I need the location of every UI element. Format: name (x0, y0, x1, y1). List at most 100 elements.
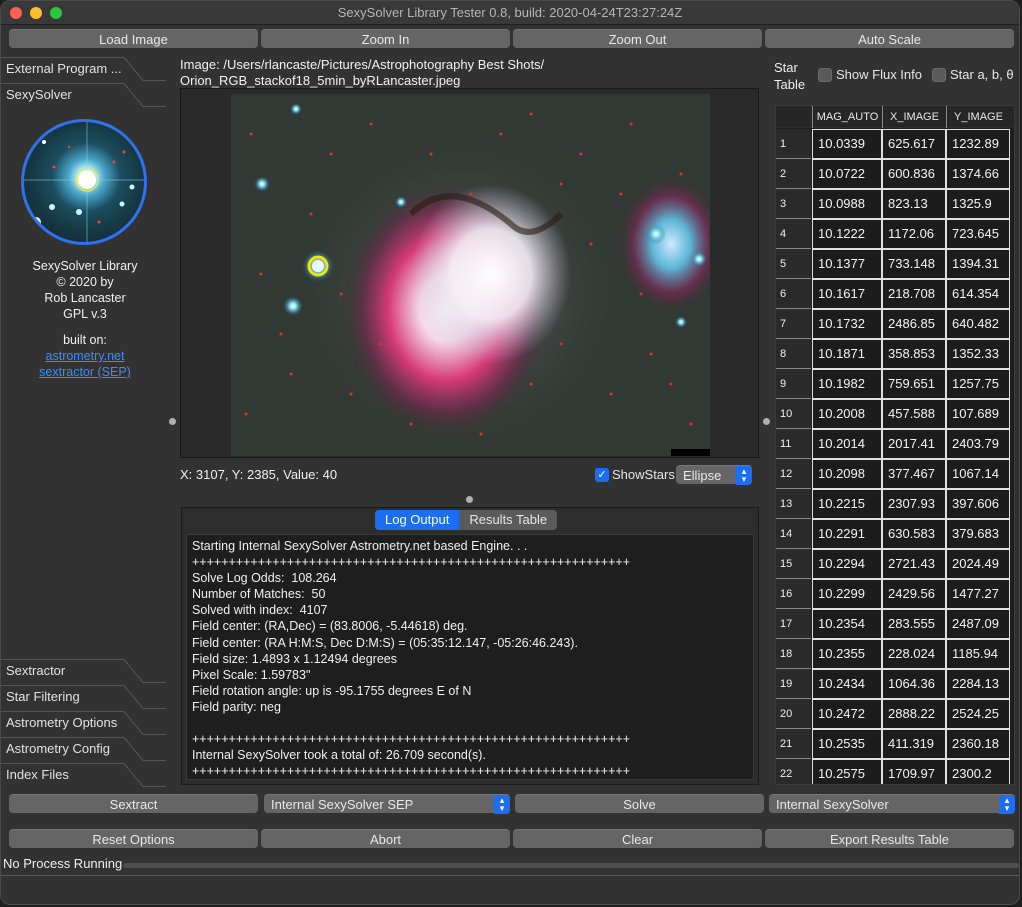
zoom-in-button[interactable]: Zoom In (261, 29, 510, 48)
cell-mag-auto[interactable]: 10.2215 (812, 489, 882, 519)
cell-y-image[interactable]: 2284.13 (946, 669, 1010, 699)
table-row[interactable]: 11 10.2014 2017.41 2403.79 (776, 429, 1014, 459)
cell-y-image[interactable]: 397.606 (946, 489, 1010, 519)
cell-x-image[interactable]: 283.555 (882, 609, 946, 639)
cell-mag-auto[interactable]: 10.2294 (812, 549, 882, 579)
cell-mag-auto[interactable]: 10.1732 (812, 309, 882, 339)
cell-y-image[interactable]: 2360.18 (946, 729, 1010, 759)
show-flux-info-checkbox[interactable] (818, 68, 832, 82)
tab-log-output[interactable]: Log Output (375, 510, 460, 530)
row-number[interactable]: 8 (776, 339, 811, 369)
vertical-splitter-handle[interactable] (466, 496, 473, 503)
cell-x-image[interactable]: 2017.41 (882, 429, 946, 459)
cell-y-image[interactable]: 2524.25 (946, 699, 1010, 729)
cell-y-image[interactable]: 379.683 (946, 519, 1010, 549)
cell-y-image[interactable]: 1477.27 (946, 579, 1010, 609)
tab-sextractor[interactable]: Sextractor (1, 659, 166, 685)
cell-x-image[interactable]: 625.617 (882, 129, 946, 159)
sextractor-select[interactable]: Internal SexySolver SEP ▴ ▾ (264, 794, 510, 814)
row-number[interactable]: 18 (776, 639, 811, 669)
table-row[interactable]: 19 10.2434 1064.36 2284.13 (776, 669, 1014, 699)
row-number[interactable]: 14 (776, 519, 811, 549)
cell-mag-auto[interactable]: 10.1617 (812, 279, 882, 309)
row-number[interactable]: 9 (776, 369, 811, 399)
cell-x-image[interactable]: 1172.06 (882, 219, 946, 249)
cell-mag-auto[interactable]: 10.2535 (812, 729, 882, 759)
table-row[interactable]: 2 10.0722 600.836 1374.66 (776, 159, 1014, 189)
table-row[interactable]: 21 10.2535 411.319 2360.18 (776, 729, 1014, 759)
star-abt-checkbox[interactable] (932, 68, 946, 82)
table-row[interactable]: 20 10.2472 2888.22 2524.25 (776, 699, 1014, 729)
cell-x-image[interactable]: 218.708 (882, 279, 946, 309)
cell-mag-auto[interactable]: 10.0339 (812, 129, 882, 159)
row-number[interactable]: 7 (776, 309, 811, 339)
row-number[interactable]: 12 (776, 459, 811, 489)
table-row[interactable]: 6 10.1617 218.708 614.354 (776, 279, 1014, 309)
image-viewer[interactable] (180, 88, 759, 458)
cell-x-image[interactable]: 377.467 (882, 459, 946, 489)
table-row[interactable]: 18 10.2355 228.024 1185.94 (776, 639, 1014, 669)
row-number[interactable]: 2 (776, 159, 811, 189)
table-row[interactable]: 1 10.0339 625.617 1232.89 (776, 129, 1014, 159)
left-splitter-handle[interactable] (169, 418, 176, 425)
abort-button[interactable]: Abort (261, 829, 510, 848)
right-splitter-handle[interactable] (763, 418, 770, 425)
row-number[interactable]: 4 (776, 219, 811, 249)
load-image-button[interactable]: Load Image (9, 29, 258, 48)
cell-y-image[interactable]: 2403.79 (946, 429, 1010, 459)
row-number[interactable]: 13 (776, 489, 811, 519)
cell-y-image[interactable]: 723.645 (946, 219, 1010, 249)
cell-mag-auto[interactable]: 10.1871 (812, 339, 882, 369)
cell-y-image[interactable]: 1185.94 (946, 639, 1010, 669)
table-row[interactable]: 4 10.1222 1172.06 723.645 (776, 219, 1014, 249)
cell-x-image[interactable]: 228.024 (882, 639, 946, 669)
log-output-text[interactable]: Starting Internal SexySolver Astrometry.… (186, 534, 754, 780)
solve-button[interactable]: Solve (515, 794, 764, 813)
cell-y-image[interactable]: 640.482 (946, 309, 1010, 339)
tab-results-table[interactable]: Results Table (459, 510, 558, 530)
sextract-button[interactable]: Sextract (9, 794, 258, 813)
star-shape-select[interactable]: Ellipse ▴ ▾ (676, 465, 752, 485)
column-header-mag-auto[interactable]: MAG_AUTO (812, 106, 882, 128)
row-number[interactable]: 6 (776, 279, 811, 309)
cell-y-image[interactable]: 2300.2 (946, 759, 1010, 784)
cell-mag-auto[interactable]: 10.0722 (812, 159, 882, 189)
zoom-out-button[interactable]: Zoom Out (513, 29, 762, 48)
cell-y-image[interactable]: 1352.33 (946, 339, 1010, 369)
cell-x-image[interactable]: 1709.97 (882, 759, 946, 784)
cell-x-image[interactable]: 2429.56 (882, 579, 946, 609)
row-number[interactable]: 21 (776, 729, 811, 759)
table-row[interactable]: 7 10.1732 2486.85 640.482 (776, 309, 1014, 339)
cell-mag-auto[interactable]: 10.2098 (812, 459, 882, 489)
cell-x-image[interactable]: 759.651 (882, 369, 946, 399)
cell-mag-auto[interactable]: 10.2355 (812, 639, 882, 669)
cell-mag-auto[interactable]: 10.1222 (812, 219, 882, 249)
table-row[interactable]: 9 10.1982 759.651 1257.75 (776, 369, 1014, 399)
cell-mag-auto[interactable]: 10.0988 (812, 189, 882, 219)
reset-options-button[interactable]: Reset Options (9, 829, 258, 848)
star-table[interactable]: MAG_AUTO X_IMAGE Y_IMAGE 1 10.0339 625.617… (775, 105, 1015, 785)
table-row[interactable]: 17 10.2354 283.555 2487.09 (776, 609, 1014, 639)
cell-y-image[interactable]: 2024.49 (946, 549, 1010, 579)
solver-select[interactable]: Internal SexySolver ▴ ▾ (769, 794, 1015, 814)
cell-y-image[interactable]: 1257.75 (946, 369, 1010, 399)
cell-x-image[interactable]: 2307.93 (882, 489, 946, 519)
row-number[interactable]: 1 (776, 129, 811, 159)
row-number[interactable]: 16 (776, 579, 811, 609)
orion-nebula-image[interactable] (231, 94, 710, 456)
row-number[interactable]: 22 (776, 759, 811, 784)
row-number[interactable]: 10 (776, 399, 811, 429)
cell-mag-auto[interactable]: 10.2014 (812, 429, 882, 459)
row-number[interactable]: 3 (776, 189, 811, 219)
table-row[interactable]: 22 10.2575 1709.97 2300.2 (776, 759, 1014, 784)
row-number[interactable]: 11 (776, 429, 811, 459)
cell-x-image[interactable]: 2486.85 (882, 309, 946, 339)
cell-x-image[interactable]: 2721.43 (882, 549, 946, 579)
show-stars-checkbox[interactable]: ✓ (595, 468, 609, 482)
cell-mag-auto[interactable]: 10.2472 (812, 699, 882, 729)
sextractor-link[interactable]: sextractor (SEP) (39, 365, 131, 379)
auto-scale-button[interactable]: Auto Scale (765, 29, 1014, 48)
cell-x-image[interactable]: 457.588 (882, 399, 946, 429)
clear-button[interactable]: Clear (513, 829, 762, 848)
tab-star-filtering[interactable]: Star Filtering (1, 685, 166, 711)
